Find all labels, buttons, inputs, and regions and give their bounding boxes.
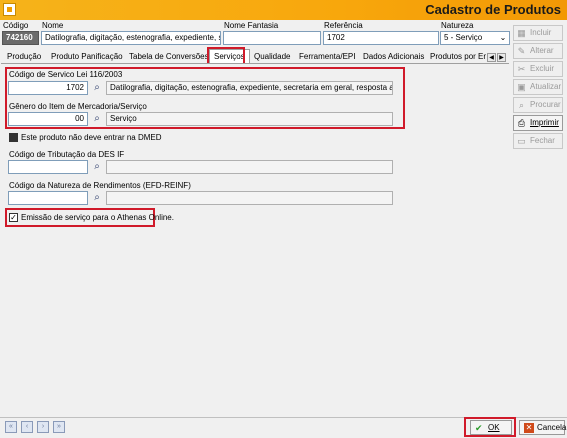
tab-produtos-por-empresa[interactable]: Produtos por Empr [425,49,487,64]
natureza-select[interactable]: 5 - Serviço ⌄ [440,31,510,45]
button-label: Atualizar [530,82,562,91]
alterar-button[interactable]: ✎ Alterar [513,43,563,59]
last-record-icon[interactable]: » [53,421,65,433]
genero-description: Serviço [106,112,393,126]
reinf-field[interactable] [8,191,88,205]
tab-label: Ferramenta/EPI [299,52,356,61]
button-label: Fechar [530,136,555,145]
close-folder-icon: ▭ [517,136,526,146]
tributacao-field[interactable] [8,160,88,174]
button-label: Alterar [530,46,554,55]
reinf-description [106,191,393,205]
tab-label: Produto Panificação [51,52,123,61]
binoculars-icon[interactable]: ⌕ [91,113,103,125]
cancel-icon: ✕ [524,423,534,433]
athenas-label: Emissão de serviço para o Athenas Online… [21,213,174,222]
print-icon: ⎙ [517,118,526,128]
tab-ferramenta-epi[interactable]: Ferramenta/EPI [294,49,360,64]
button-label: Imprimir [530,118,559,127]
title-bar: Cadastro de Produtos [0,0,567,20]
binoculars-icon[interactable]: ⌕ [91,82,103,94]
codigo-label: Código [3,21,29,30]
window-title: Cadastro de Produtos [425,2,561,17]
natureza-value: 5 - Serviço [444,33,483,42]
tab-label: Produtos por Empr [430,52,486,61]
genero-field[interactable]: 00 [8,112,88,126]
tab-qualidade[interactable]: Qualidade [249,49,295,64]
binoculars-icon[interactable]: ⌕ [91,192,103,204]
tab-label: Dados Adicionais [363,52,425,61]
genero-label: Gênero do Item de Mercadoria/Serviço [9,102,147,111]
search-icon: ⌕ [518,100,525,110]
codigo-servico-label: Código de Servico Lei 116/2003 [9,70,123,79]
excluir-button[interactable]: ✂ Excluir [513,61,563,77]
tab-tabela-conversoes[interactable]: Tabela de Conversões [124,49,214,64]
delete-icon: ✂ [517,64,526,74]
chevron-down-icon[interactable]: ⌄ [498,33,508,43]
add-icon: ▦ [517,28,526,38]
incluir-button[interactable]: ▦ Incluir [513,25,563,41]
codigo-servico-field[interactable]: 1702 [8,81,88,95]
tab-label: Qualidade [254,52,291,61]
tab-scroll-left-icon[interactable]: ◀ [487,53,496,62]
binoculars-icon[interactable]: ⌕ [91,161,103,173]
app-icon [3,3,16,16]
imprimir-button[interactable]: ⎙ Imprimir [513,115,563,131]
cancel-button[interactable]: ✕ Cancela [519,420,567,435]
nome-fantasia-field[interactable] [223,31,321,45]
tab-producao[interactable]: Produção [2,49,46,64]
button-label: Cancela [537,423,567,432]
check-icon: ✔ [475,423,483,433]
nome-fantasia-label: Nome Fantasia [224,21,279,30]
natureza-label: Natureza [441,21,474,30]
codigo-servico-description: Datilografia, digitação, estenografia, e… [106,81,393,95]
tributacao-description [106,160,393,174]
nome-label: Nome [42,21,64,30]
tributacao-label: Código de Tributação da DES IF [9,150,125,159]
next-record-icon[interactable]: › [37,421,49,433]
codigo-field[interactable]: 742160 [2,31,39,45]
tab-scroll-right-icon[interactable]: ▶ [497,53,506,62]
ok-button[interactable]: ✔ OK [470,420,512,435]
save-icon: ▣ [517,82,526,92]
tab-dados-adicionais[interactable]: Dados Adicionais [358,49,429,64]
button-label: Procurar [530,100,561,109]
button-label: Excluir [530,64,555,73]
first-record-icon[interactable]: « [5,421,17,433]
referencia-field[interactable]: 1702 [323,31,439,45]
button-label: Incluir [530,28,552,37]
fechar-button[interactable]: ▭ Fechar [513,133,563,149]
referencia-label: Referência [324,21,363,30]
procurar-button[interactable]: ⌕ Procurar [513,97,563,113]
edit-icon: ✎ [517,46,526,56]
tab-produto-panificacao[interactable]: Produto Panificação [46,49,128,64]
button-label: OK [488,423,500,432]
dmed-checkbox[interactable] [9,133,18,142]
dmed-label: Este produto não deve entrar na DMED [21,133,162,142]
tab-label: Produção [7,52,42,61]
nome-field[interactable]: Datilografia, digitação, estenografia, e… [41,31,221,45]
atualizar-button[interactable]: ▣ Atualizar [513,79,563,95]
previous-record-icon[interactable]: ‹ [21,421,33,433]
athenas-checkbox[interactable]: ✓ [9,213,18,222]
tab-label: Tabela de Conversões [129,52,209,61]
reinf-label: Código da Natureza de Rendimentos (EFD-R… [9,181,191,190]
